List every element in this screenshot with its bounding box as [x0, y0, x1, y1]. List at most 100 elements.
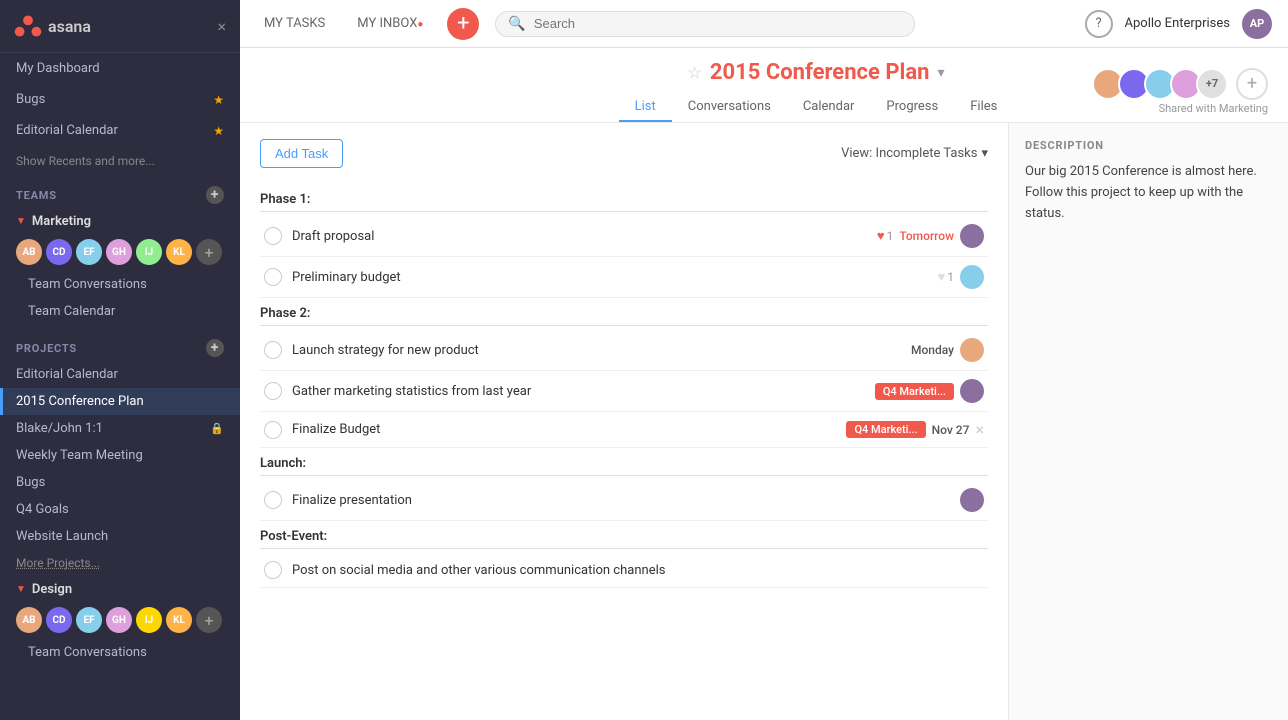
task-assignee-avatar[interactable] — [960, 379, 984, 403]
member-count-badge[interactable]: +7 — [1196, 68, 1228, 100]
asana-logo-icon — [14, 12, 42, 40]
project-header: ☆ 2015 Conference Plan ▾ List Conversati… — [240, 48, 1288, 123]
task-complete-checkbox[interactable] — [264, 227, 282, 245]
task-meta: Q4 Marketi... Nov 27 × — [846, 420, 984, 439]
content-area: Add Task View: Incomplete Tasks ▾ Phase … — [240, 123, 1288, 720]
launch-header: Launch: — [260, 448, 988, 476]
add-team-button[interactable]: + — [206, 186, 224, 204]
project-tabs: List Conversations Calendar Progress Fil… — [619, 93, 1014, 122]
sidebar-item-2015-conference-plan[interactable]: 2015 Conference Plan — [0, 388, 240, 415]
phase-2-header: Phase 2: — [260, 298, 988, 326]
description-title: DESCRIPTION — [1025, 139, 1272, 152]
task-meta: Monday — [911, 338, 984, 362]
company-name: Apollo Enterprises — [1125, 16, 1230, 31]
more-projects-link[interactable]: More Projects... — [0, 550, 240, 576]
task-assignee-avatar[interactable] — [960, 488, 984, 512]
task-meta: ♥1 Tomorrow — [877, 224, 984, 248]
task-likes: ♥1 — [877, 228, 893, 244]
task-tag-badge: Q4 Marketi... — [875, 383, 954, 400]
task-row[interactable]: Launch strategy for new product Monday — [260, 330, 988, 371]
avatar: EF — [76, 239, 102, 265]
sidebar-item-editorial-calendar[interactable]: Editorial Calendar ★ — [0, 115, 240, 146]
project-star-icon[interactable]: ☆ — [688, 63, 702, 82]
project-dropdown-icon[interactable]: ▾ — [937, 65, 944, 81]
add-project-button[interactable]: + — [206, 339, 224, 357]
search-input[interactable] — [534, 16, 903, 31]
task-complete-checkbox[interactable] — [264, 382, 282, 400]
task-meta — [960, 488, 984, 512]
task-tag-badge: Q4 Marketi... — [846, 421, 925, 438]
phase-1-header: Phase 1: — [260, 184, 988, 212]
avatar: CD — [46, 239, 72, 265]
add-design-member-button[interactable]: + — [196, 607, 222, 633]
global-add-button[interactable]: + — [447, 8, 479, 40]
sidebar-item-bugs[interactable]: Bugs ★ — [0, 84, 240, 115]
sidebar-item-design-team-conversations[interactable]: Team Conversations — [0, 639, 240, 666]
chevron-down-icon: ▾ — [981, 146, 988, 161]
sidebar-item-blake-john-11[interactable]: Blake/John 1:1 🔒 — [0, 415, 240, 442]
task-name: Preliminary budget — [292, 270, 928, 285]
due-date: Monday — [911, 343, 954, 357]
sidebar-item-show-recents[interactable]: Show Recents and more... — [0, 146, 240, 176]
task-row[interactable]: Preliminary budget ♥1 — [260, 257, 988, 298]
sidebar-item-q4-goals[interactable]: Q4 Goals — [0, 496, 240, 523]
my-tasks-button[interactable]: MY TASKS — [256, 12, 333, 35]
tab-files[interactable]: Files — [954, 93, 1013, 122]
task-row[interactable]: Finalize Budget Q4 Marketi... Nov 27 × — [260, 412, 988, 448]
task-row[interactable]: Draft proposal ♥1 Tomorrow — [260, 216, 988, 257]
avatar: IJ — [136, 239, 162, 265]
team-design: ▼ Design AB CD EF GH IJ KL + Team Conver… — [0, 576, 240, 666]
tab-progress[interactable]: Progress — [870, 93, 954, 122]
project-member-area: +7 + Shared with Marketing — [1092, 68, 1268, 115]
team-marketing-name[interactable]: ▼ Marketing — [0, 208, 240, 235]
task-complete-checkbox[interactable] — [264, 561, 282, 579]
task-assignee-avatar[interactable] — [960, 338, 984, 362]
task-row[interactable]: Post on social media and other various c… — [260, 553, 988, 588]
add-member-button[interactable]: + — [1236, 68, 1268, 100]
add-team-member-button[interactable]: + — [196, 239, 222, 265]
add-task-button[interactable]: Add Task — [260, 139, 343, 168]
task-assignee-avatar[interactable] — [960, 265, 984, 289]
task-row[interactable]: Finalize presentation — [260, 480, 988, 521]
topbar-right: ? Apollo Enterprises AP — [1085, 9, 1272, 39]
task-assignee-avatar[interactable] — [960, 224, 984, 248]
shared-with-label: Shared with Marketing — [1159, 102, 1268, 115]
due-date: Nov 27 — [932, 423, 970, 437]
sidebar-item-my-dashboard[interactable]: My Dashboard — [0, 53, 240, 84]
tab-list[interactable]: List — [619, 93, 672, 122]
topbar: MY TASKS MY INBOX● + 🔍 ? Apollo Enterpri… — [240, 0, 1288, 48]
sidebar-item-team-conversations[interactable]: Team Conversations — [0, 271, 240, 298]
task-row[interactable]: Gather marketing statistics from last ye… — [260, 371, 988, 412]
task-complete-checkbox[interactable] — [264, 491, 282, 509]
user-avatar[interactable]: AP — [1242, 9, 1272, 39]
tab-conversations[interactable]: Conversations — [672, 93, 787, 122]
close-sidebar-button[interactable]: × — [217, 17, 226, 36]
task-complete-checkbox[interactable] — [264, 421, 282, 439]
task-list-panel: Add Task View: Incomplete Tasks ▾ Phase … — [240, 123, 1008, 720]
delete-task-icon[interactable]: × — [975, 420, 984, 439]
lock-icon: 🔒 — [210, 422, 224, 435]
avatar: GH — [106, 239, 132, 265]
task-complete-checkbox[interactable] — [264, 268, 282, 286]
task-meta: ♥1 — [938, 265, 984, 289]
due-date: Tomorrow — [899, 229, 954, 243]
sidebar-item-editorial-calendar[interactable]: Editorial Calendar — [0, 361, 240, 388]
search-icon: 🔍 — [508, 16, 525, 32]
task-meta: Q4 Marketi... — [875, 379, 984, 403]
team-marketing-avatars: AB CD EF GH IJ KL + — [0, 235, 240, 271]
sidebar: asana × My Dashboard Bugs ★ Editorial Ca… — [0, 0, 240, 720]
sidebar-item-weekly-team-meeting[interactable]: Weekly Team Meeting — [0, 442, 240, 469]
tab-calendar[interactable]: Calendar — [787, 93, 871, 122]
my-inbox-button[interactable]: MY INBOX● — [349, 12, 431, 35]
sidebar-item-website-launch[interactable]: Website Launch — [0, 523, 240, 550]
sidebar-item-team-calendar[interactable]: Team Calendar — [0, 298, 240, 325]
task-name: Launch strategy for new product — [292, 343, 901, 358]
view-filter-dropdown[interactable]: View: Incomplete Tasks ▾ — [841, 146, 988, 161]
help-button[interactable]: ? — [1085, 10, 1113, 38]
projects-section-header: PROJECTS + — [0, 329, 240, 361]
sidebar-item-bugs-project[interactable]: Bugs — [0, 469, 240, 496]
team-design-name[interactable]: ▼ Design — [0, 576, 240, 603]
task-complete-checkbox[interactable] — [264, 341, 282, 359]
project-title-area: ☆ 2015 Conference Plan ▾ List Conversati… — [540, 60, 1092, 122]
teams-section-header: Teams + — [0, 176, 240, 208]
